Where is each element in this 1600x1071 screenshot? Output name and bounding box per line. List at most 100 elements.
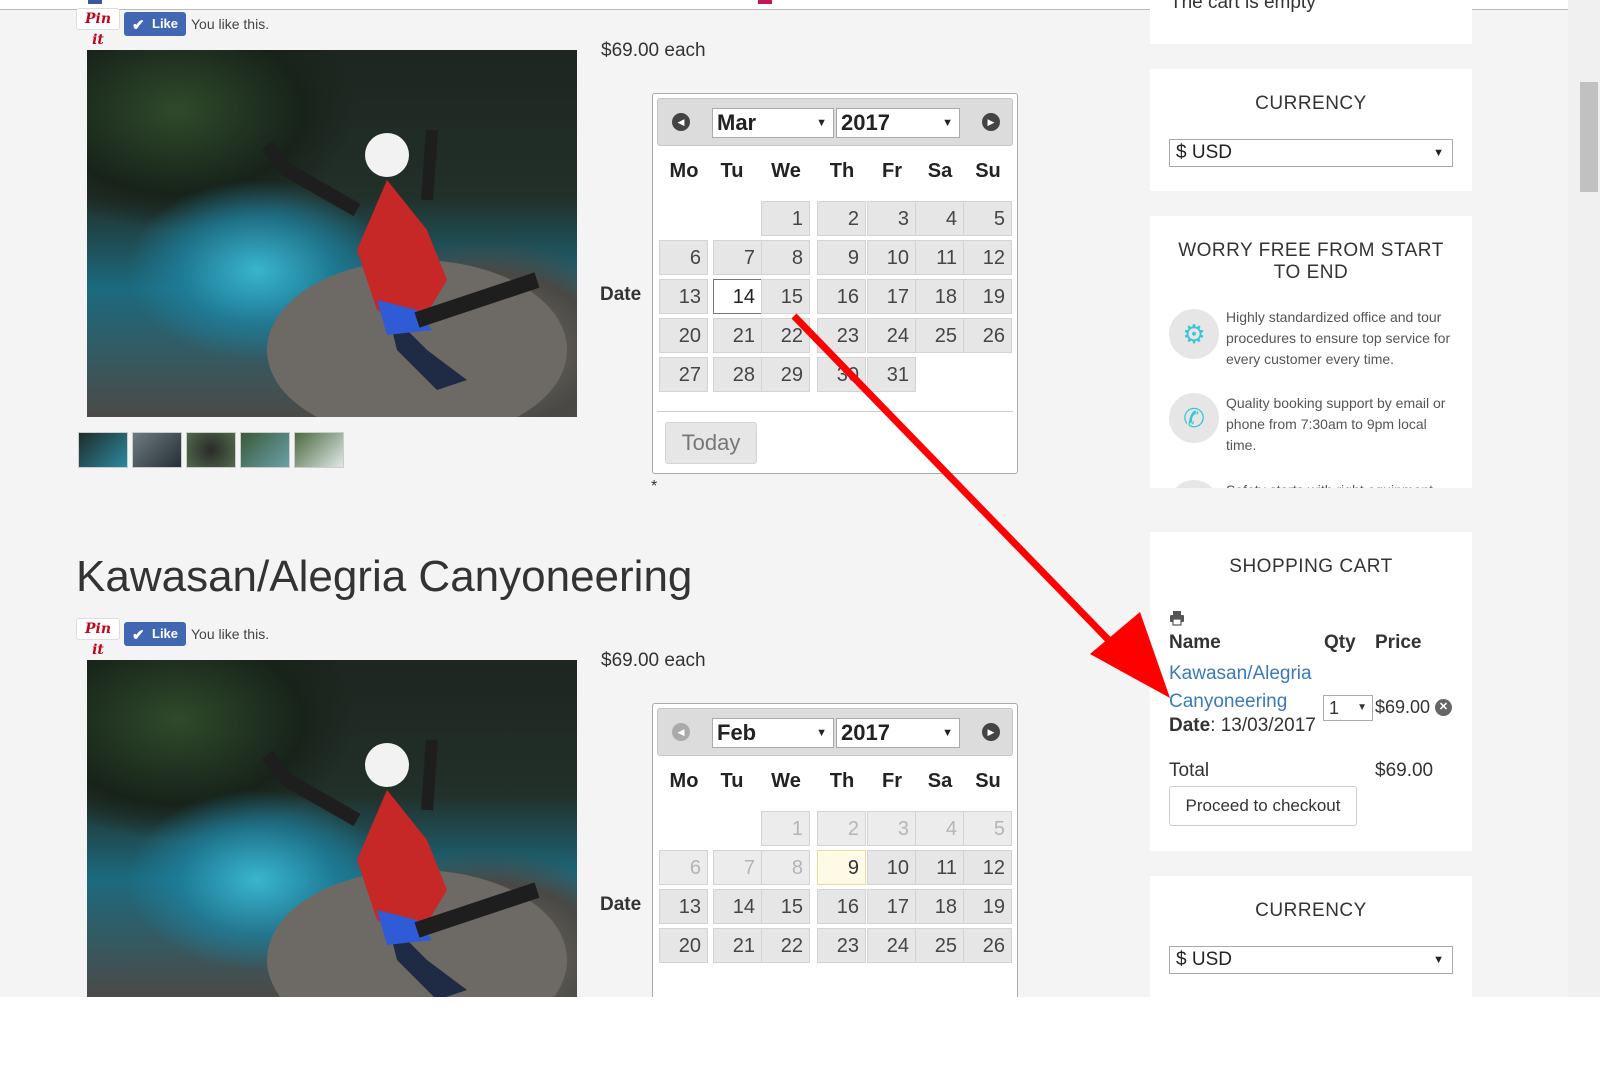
calendar-day-29[interactable]: 29 — [761, 357, 810, 392]
calendar-day-7[interactable]: 7 — [713, 240, 762, 275]
calendar-day-9[interactable]: 9 — [817, 240, 866, 275]
prev-month-icon[interactable]: ◀ — [672, 113, 690, 131]
thumbnail-3[interactable] — [186, 432, 236, 468]
currency-select[interactable]: $ USD ▼ — [1169, 139, 1453, 167]
cart-item-date: Date: 13/03/2017 — [1169, 715, 1316, 736]
thumbnail-2[interactable] — [132, 432, 182, 468]
cart-item-link[interactable]: Kawasan/Alegria Canyoneering — [1169, 660, 1319, 716]
calendar-day-13[interactable]: 13 — [659, 889, 708, 924]
calendar-day-20[interactable]: 20 — [659, 928, 708, 963]
pinterest-pin-button[interactable]: Pin it — [76, 8, 120, 48]
calendar-day-21[interactable]: 21 — [713, 318, 762, 353]
scrollbar-thumb[interactable] — [1580, 82, 1598, 192]
product-title: Kawasan/Alegria Canyoneering — [76, 552, 693, 601]
calendar-day-22[interactable]: 22 — [761, 318, 810, 353]
calendar-day-20[interactable]: 20 — [659, 318, 708, 353]
calendar-day-26[interactable]: 26 — [963, 928, 1012, 963]
calendar-day-26[interactable]: 26 — [963, 318, 1012, 353]
calendar-day-17[interactable]: 17 — [867, 279, 916, 314]
month-select[interactable]: Mar ▼ — [712, 108, 834, 138]
calendar-day-24[interactable]: 24 — [867, 318, 916, 353]
widget-title: CURRENCY — [1255, 900, 1367, 921]
calendar-day-31[interactable]: 31 — [867, 357, 916, 392]
calendar-day-23[interactable]: 23 — [817, 318, 866, 353]
gears-icon: ⚙ — [1169, 309, 1219, 359]
currency-select[interactable]: $ USD ▼ — [1169, 946, 1453, 974]
calendar-day-25[interactable]: 25 — [915, 928, 964, 963]
calendar-day-11[interactable]: 11 — [915, 850, 964, 885]
cart-status-widget: The cart is empty — [1150, 0, 1472, 44]
calendar-day-10[interactable]: 10 — [867, 240, 916, 275]
calendar-day-6[interactable]: 6 — [659, 240, 708, 275]
calendar-day-16[interactable]: 16 — [817, 279, 866, 314]
canyon-jumper-illustration — [261, 129, 567, 417]
calendar-day-21[interactable]: 21 — [713, 928, 762, 963]
weekday-mo: Mo — [669, 160, 699, 182]
calendar-day-5[interactable]: 5 — [963, 201, 1012, 236]
next-month-icon[interactable]: ▶ — [982, 723, 1000, 741]
calendar-day-17[interactable]: 17 — [867, 889, 916, 924]
page: Pin it ✔ Like You like this. $69.00 each … — [0, 0, 1568, 997]
checkmark-icon: ✔ — [132, 627, 145, 644]
weekday-we: We — [771, 770, 801, 792]
calendar-day-2[interactable]: 2 — [817, 201, 866, 236]
weekday-su: Su — [975, 770, 1001, 792]
pinterest-pin-button[interactable]: Pin it — [76, 618, 120, 658]
calendar-day-8[interactable]: 8 — [761, 240, 810, 275]
calendar-day-14[interactable]: 14 — [713, 889, 762, 924]
print-icon[interactable] — [1169, 610, 1185, 626]
calendar-day-27[interactable]: 27 — [659, 357, 708, 392]
calendar-day-14[interactable]: 14 — [713, 279, 762, 314]
datepicker-calendar: ◀ Feb ▼ 2017 ▼ ▶ Mo Tu We Th Fr Sa Su 1234567891… — [652, 703, 1018, 997]
calendar-day-4[interactable]: 4 — [915, 201, 964, 236]
next-month-icon[interactable]: ▶ — [982, 113, 1000, 131]
calendar-day-3[interactable]: 3 — [867, 201, 916, 236]
currency-widget: CURRENCY $ USD ▼ — [1150, 876, 1472, 997]
calendar-day-15[interactable]: 15 — [761, 889, 810, 924]
calendar-day-12[interactable]: 12 — [963, 240, 1012, 275]
calendar-day-18[interactable]: 18 — [915, 889, 964, 924]
calendar-day-24[interactable]: 24 — [867, 928, 916, 963]
calendar-day-12[interactable]: 12 — [963, 850, 1012, 885]
weekday-fr: Fr — [882, 770, 902, 792]
calendar-day-18[interactable]: 18 — [915, 279, 964, 314]
date-label: Date — [600, 284, 642, 305]
prev-month-icon[interactable]: ◀ — [672, 723, 690, 741]
like-status: You like this. — [191, 16, 270, 32]
today-button[interactable]: Today — [665, 422, 757, 464]
calendar-day-19[interactable]: 19 — [963, 889, 1012, 924]
feature-text: Highly standardized office and tour proc… — [1226, 309, 1451, 367]
calendar-day-9[interactable]: 9 — [817, 850, 866, 885]
calendar-day-30[interactable]: 30 — [817, 357, 866, 392]
thumbnail-1[interactable] — [78, 432, 128, 468]
calendar-day-6: 6 — [659, 850, 708, 885]
checkmark-icon: ✔ — [132, 17, 145, 34]
calendar-day-4: 4 — [915, 811, 964, 846]
calendar-day-15[interactable]: 15 — [761, 279, 810, 314]
calendar-day-28[interactable]: 28 — [713, 357, 762, 392]
calendar-day-19[interactable]: 19 — [963, 279, 1012, 314]
calendar-day-22[interactable]: 22 — [761, 928, 810, 963]
calendar-day-10[interactable]: 10 — [867, 850, 916, 885]
calendar-day-13[interactable]: 13 — [659, 279, 708, 314]
facebook-like-button[interactable]: ✔ Like — [124, 12, 186, 36]
feature-text: Quality booking support by email or phon… — [1226, 395, 1446, 453]
product-image[interactable] — [87, 50, 577, 417]
year-select[interactable]: 2017 ▼ — [836, 718, 960, 748]
year-select[interactable]: 2017 ▼ — [836, 108, 960, 138]
product-image[interactable] — [87, 660, 577, 997]
calendar-day-11[interactable]: 11 — [915, 240, 964, 275]
quantity-select[interactable]: 1 ▼ — [1323, 695, 1373, 721]
thumbnail-4[interactable] — [240, 432, 290, 468]
calendar-day-1[interactable]: 1 — [761, 201, 810, 236]
remove-item-icon[interactable]: ✕ — [1435, 699, 1452, 716]
calendar-day-23[interactable]: 23 — [817, 928, 866, 963]
vertical-scrollbar[interactable] — [1568, 0, 1600, 997]
facebook-like-button[interactable]: ✔ Like — [124, 622, 186, 646]
widget-title: CURRENCY — [1255, 93, 1367, 114]
thumbnail-5[interactable] — [294, 432, 344, 468]
calendar-day-25[interactable]: 25 — [915, 318, 964, 353]
proceed-to-checkout-button[interactable]: Proceed to checkout — [1169, 786, 1357, 826]
calendar-day-16[interactable]: 16 — [817, 889, 866, 924]
month-select[interactable]: Feb ▼ — [712, 718, 834, 748]
